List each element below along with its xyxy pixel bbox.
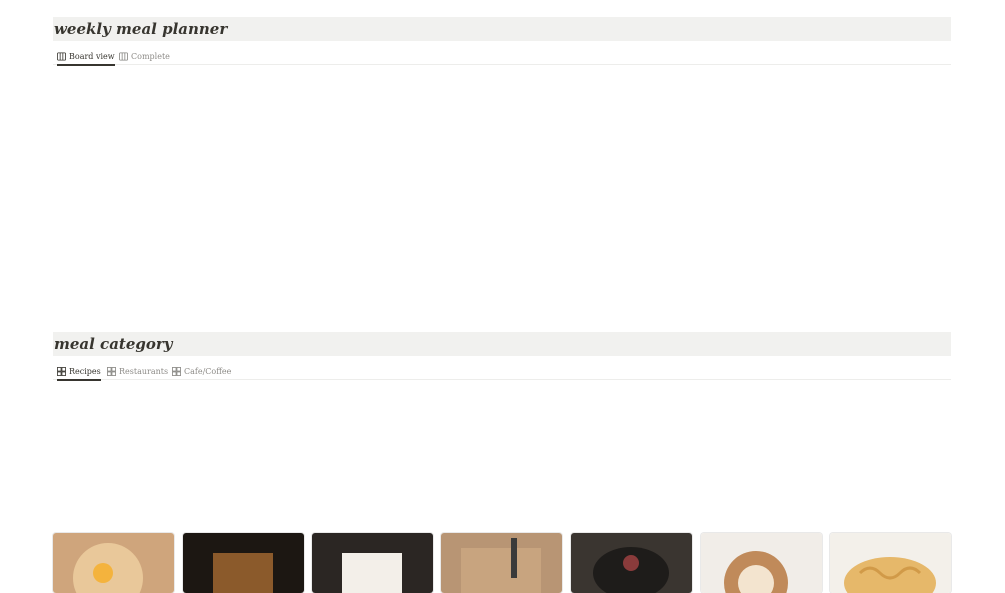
planner-title: weekly meal planner xyxy=(53,17,951,41)
recipe-card[interactable] xyxy=(701,533,822,593)
recipe-photo xyxy=(701,533,822,593)
board-icon xyxy=(119,52,128,61)
recipe-photo xyxy=(830,533,951,593)
recipe-photo xyxy=(183,533,304,593)
tab-recipes[interactable]: Recipes xyxy=(57,363,101,381)
tab-complete[interactable]: Complete xyxy=(119,48,170,64)
recipe-card[interactable] xyxy=(53,533,174,593)
recipe-photo xyxy=(441,533,562,593)
tab-restaurants[interactable]: Restaurants xyxy=(107,363,168,379)
recipe-photo xyxy=(312,533,433,593)
tab-board-view[interactable]: Board view xyxy=(57,48,115,66)
recipe-photo xyxy=(571,533,692,593)
gallery-icon xyxy=(57,367,66,376)
recipe-card[interactable] xyxy=(312,533,433,593)
planner-view-tabs: Board view Complete xyxy=(53,45,951,66)
board-icon xyxy=(57,52,66,61)
category-title: meal category xyxy=(53,332,951,356)
recipe-card[interactable] xyxy=(441,533,562,593)
gallery-icon xyxy=(107,367,116,376)
gallery-icon xyxy=(172,367,181,376)
tab-cafe-coffee[interactable]: Cafe/Coffee xyxy=(172,363,231,379)
recipe-card[interactable] xyxy=(183,533,304,593)
category-tabs: Recipes Restaurants Cafe/Coffee xyxy=(53,360,951,381)
recipe-card[interactable] xyxy=(571,533,692,593)
recipe-card[interactable] xyxy=(830,533,951,593)
recipe-photo xyxy=(53,533,174,593)
